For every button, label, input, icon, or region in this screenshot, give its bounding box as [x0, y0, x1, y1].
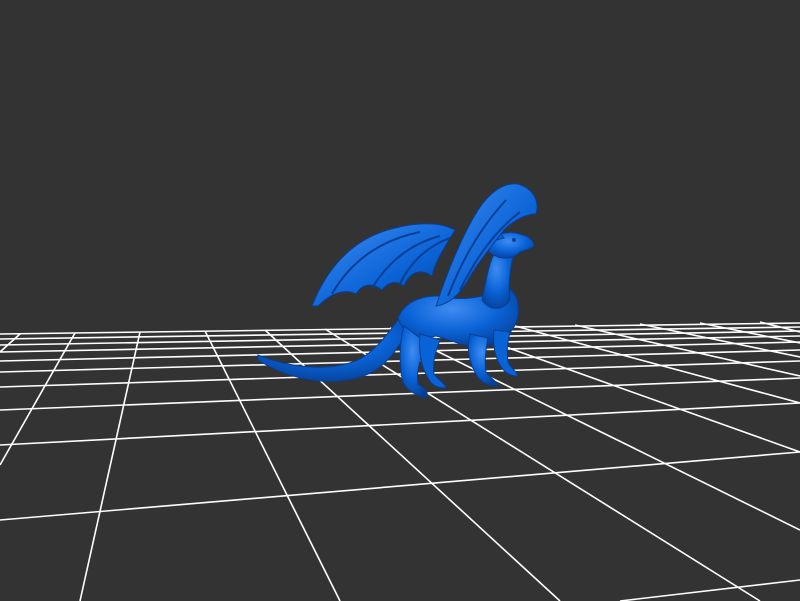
- scene-canvas[interactable]: [0, 0, 800, 601]
- scene-background: [0, 0, 800, 601]
- 3d-viewport[interactable]: [0, 0, 800, 601]
- dragon-eye: [512, 238, 516, 242]
